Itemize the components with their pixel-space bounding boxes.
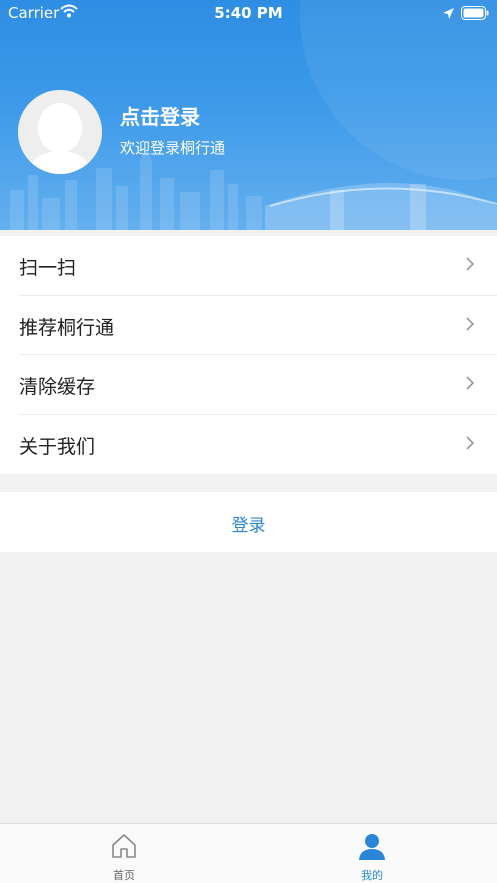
home-icon xyxy=(0,833,248,863)
profile-header: Carrier 5:40 PM 点击登录 欢迎登录桐行通 xyxy=(0,0,497,230)
tab-mine-label: 我的 xyxy=(361,869,383,882)
login-prompt-title[interactable]: 点击登录 xyxy=(120,101,200,130)
menu-item-scan[interactable]: 扫一扫 xyxy=(0,236,497,296)
chevron-right-icon xyxy=(465,435,475,455)
login-button-label: 登录 xyxy=(231,516,266,536)
chevron-right-icon xyxy=(465,375,475,395)
menu-item-label: 关于我们 xyxy=(19,435,96,458)
menu-item-label: 清除缓存 xyxy=(19,376,96,398)
login-button[interactable]: 登录 xyxy=(0,492,497,552)
tab-home[interactable]: 首页 xyxy=(0,824,248,883)
person-icon xyxy=(248,833,496,865)
settings-menu: 扫一扫 推荐桐行通 清除缓存 关于我们 xyxy=(0,236,497,474)
status-bar: Carrier 5:40 PM xyxy=(0,0,497,28)
tab-home-label: 首页 xyxy=(113,869,135,882)
menu-item-label: 推荐桐行通 xyxy=(19,316,115,339)
status-time: 5:40 PM xyxy=(214,4,283,22)
tab-bar: 首页 我的 xyxy=(0,823,497,883)
menu-item-clear-cache[interactable]: 清除缓存 xyxy=(0,355,497,415)
tab-mine[interactable]: 我的 xyxy=(248,824,496,883)
avatar[interactable] xyxy=(18,90,102,174)
location-arrow-icon xyxy=(442,5,455,24)
menu-item-label: 扫一扫 xyxy=(19,257,77,279)
menu-item-about[interactable]: 关于我们 xyxy=(0,415,497,475)
menu-item-recommend[interactable]: 推荐桐行通 xyxy=(0,296,497,355)
battery-icon xyxy=(461,5,489,24)
chevron-right-icon xyxy=(465,256,475,276)
welcome-subtitle: 欢迎登录桐行通 xyxy=(120,139,226,157)
chevron-right-icon xyxy=(465,316,475,336)
default-avatar-icon xyxy=(18,90,102,174)
